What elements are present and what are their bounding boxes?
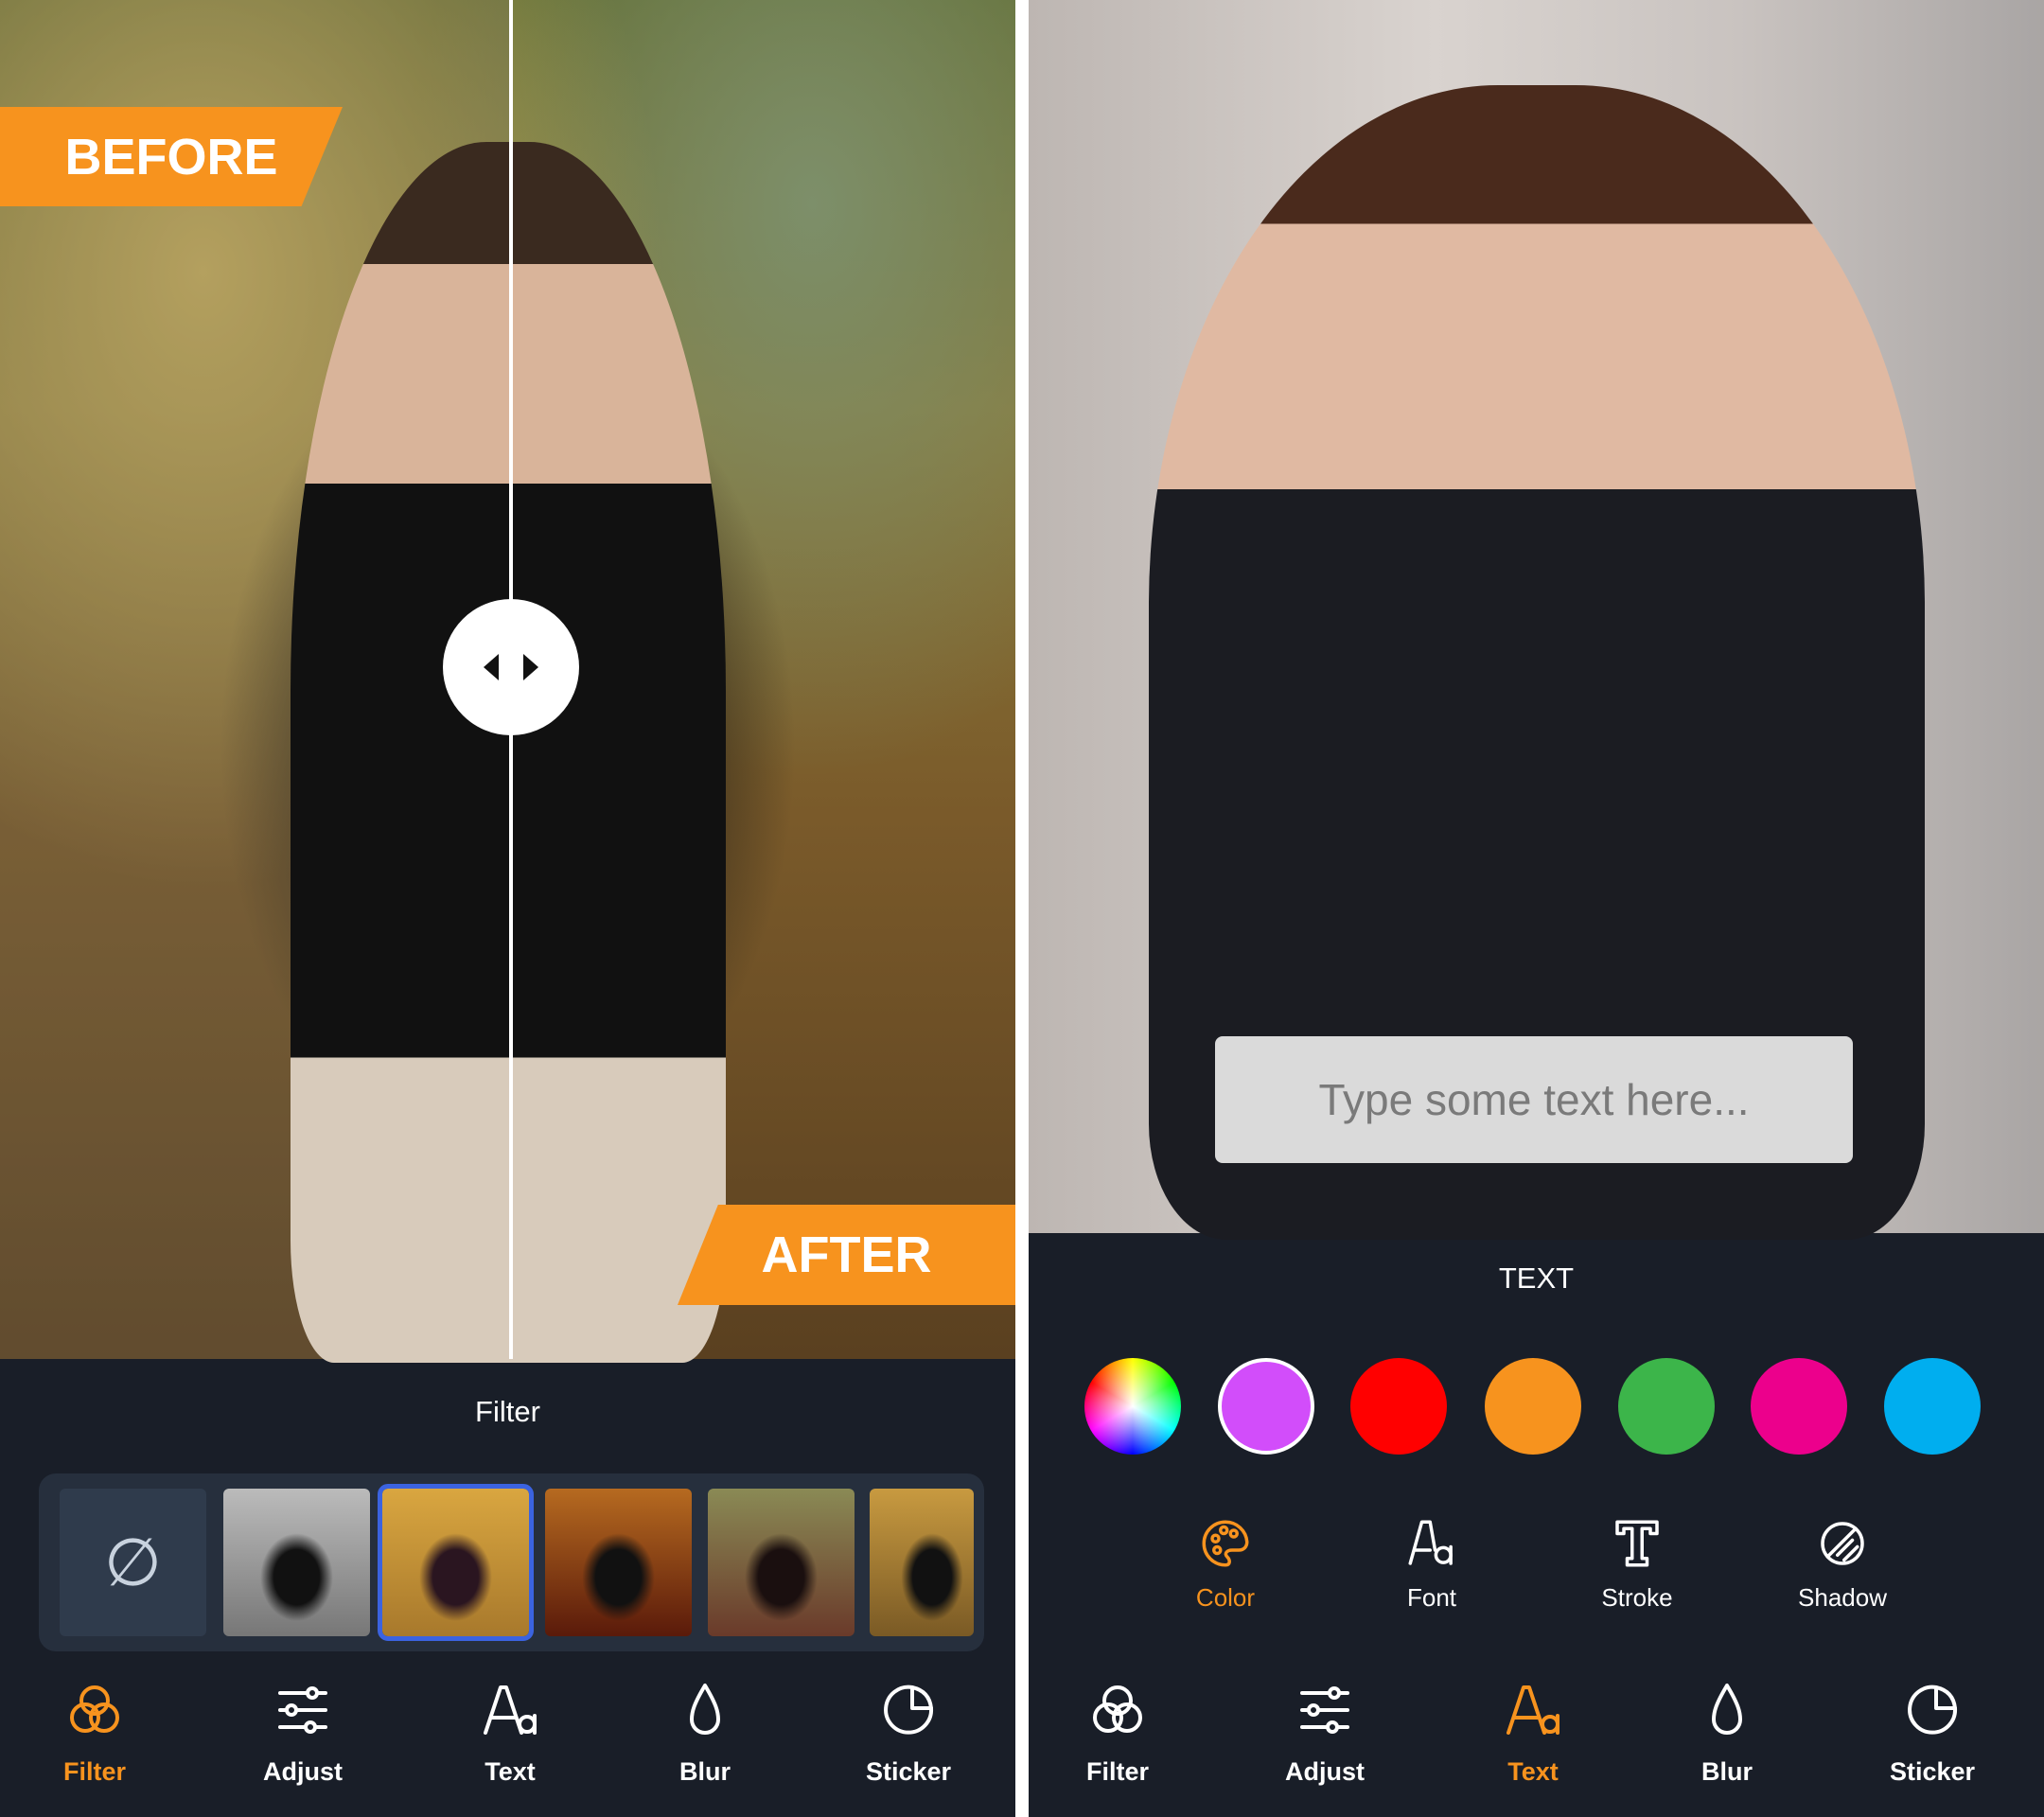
after-label: AFTER: [678, 1205, 1015, 1305]
filter-icon: [1093, 1685, 1142, 1733]
arrow-right-icon: [523, 654, 538, 680]
filter-grayscale[interactable]: [223, 1489, 370, 1636]
sticker-icon: [1908, 1685, 1958, 1735]
shadow-icon: [1821, 1522, 1864, 1565]
filter-warm[interactable]: [378, 1484, 534, 1641]
color-swatch-picker[interactable]: [1084, 1358, 1181, 1455]
tool-label: Font: [1406, 1583, 1457, 1612]
color-swatch-ec008c[interactable]: [1751, 1358, 1847, 1455]
nav-label: Filter: [62, 1757, 126, 1786]
filter-vivid-red[interactable]: [545, 1489, 692, 1636]
nav-adjust[interactable]: Adjust: [1249, 1680, 1401, 1803]
filter-icon: [70, 1685, 119, 1733]
stroke-icon: [1615, 1520, 1659, 1567]
nav-sticker[interactable]: Sticker: [1857, 1680, 2008, 1803]
nav-label: Adjust: [263, 1757, 343, 1786]
nav-label: Filter: [1085, 1757, 1149, 1786]
nav-filter[interactable]: Filter: [19, 1680, 170, 1803]
text-icon: [1507, 1685, 1559, 1735]
nav-label: Text: [1507, 1757, 1559, 1786]
nav-text[interactable]: Text: [1457, 1680, 1609, 1803]
filter-strip: ∅: [39, 1473, 984, 1651]
arrow-left-icon: [484, 654, 499, 680]
nav-label: Text: [485, 1757, 536, 1786]
sticker-icon: [884, 1685, 934, 1735]
nav-text[interactable]: Text: [434, 1680, 586, 1803]
nav-label: Blur: [679, 1757, 731, 1786]
sliders-icon: [1300, 1686, 1349, 1734]
nav-label: Sticker: [865, 1757, 952, 1786]
no-filter-icon: ∅: [104, 1526, 162, 1599]
filter-none[interactable]: ∅: [60, 1489, 206, 1636]
color-swatch-d24dfa[interactable]: [1218, 1358, 1314, 1455]
nav-label: Adjust: [1285, 1757, 1365, 1786]
tool-label: Color: [1195, 1583, 1256, 1612]
text-input[interactable]: [1215, 1036, 1853, 1163]
sliders-icon: [278, 1686, 327, 1734]
nav-label: Blur: [1701, 1757, 1753, 1786]
nav-blur[interactable]: Blur: [1651, 1680, 1803, 1803]
before-label: BEFORE: [0, 107, 343, 206]
section-title: TEXT: [1498, 1261, 1575, 1295]
tool-color[interactable]: Color: [1150, 1517, 1301, 1613]
tool-font[interactable]: Font: [1356, 1517, 1507, 1613]
nav-label: Sticker: [1889, 1757, 1976, 1786]
person-figure: [290, 142, 726, 1363]
section-title: Filter: [475, 1395, 540, 1428]
drop-icon: [1712, 1684, 1742, 1735]
text-icon: [484, 1685, 537, 1735]
tool-label: Stroke: [1601, 1583, 1673, 1612]
color-swatch-ff0000[interactable]: [1350, 1358, 1447, 1455]
nav-filter[interactable]: Filter: [1042, 1680, 1193, 1803]
color-swatch-00aeef[interactable]: [1884, 1358, 1981, 1455]
filter-golden[interactable]: [870, 1489, 974, 1636]
nav-adjust[interactable]: Adjust: [227, 1680, 379, 1803]
color-swatch-f7931e[interactable]: [1485, 1358, 1581, 1455]
compare-slider-handle[interactable]: [443, 599, 579, 735]
tool-shadow[interactable]: Shadow: [1767, 1517, 1918, 1613]
drop-icon: [690, 1684, 720, 1735]
nav-blur[interactable]: Blur: [629, 1680, 781, 1803]
tool-stroke[interactable]: Stroke: [1561, 1517, 1713, 1613]
font-icon: [1408, 1520, 1453, 1565]
nav-sticker[interactable]: Sticker: [833, 1680, 984, 1803]
filter-screen: BEFORE AFTER Filter ∅ Filter Adjust Text Bl…: [0, 0, 1015, 1817]
palette-icon: [1202, 1520, 1249, 1567]
text-screen: TEXT Color Font Stroke Shadow Filter Adjust T…: [1029, 0, 2044, 1817]
color-swatch-3cb54a[interactable]: [1618, 1358, 1715, 1455]
filter-faded[interactable]: [708, 1489, 855, 1636]
tool-label: Shadow: [1798, 1583, 1887, 1612]
